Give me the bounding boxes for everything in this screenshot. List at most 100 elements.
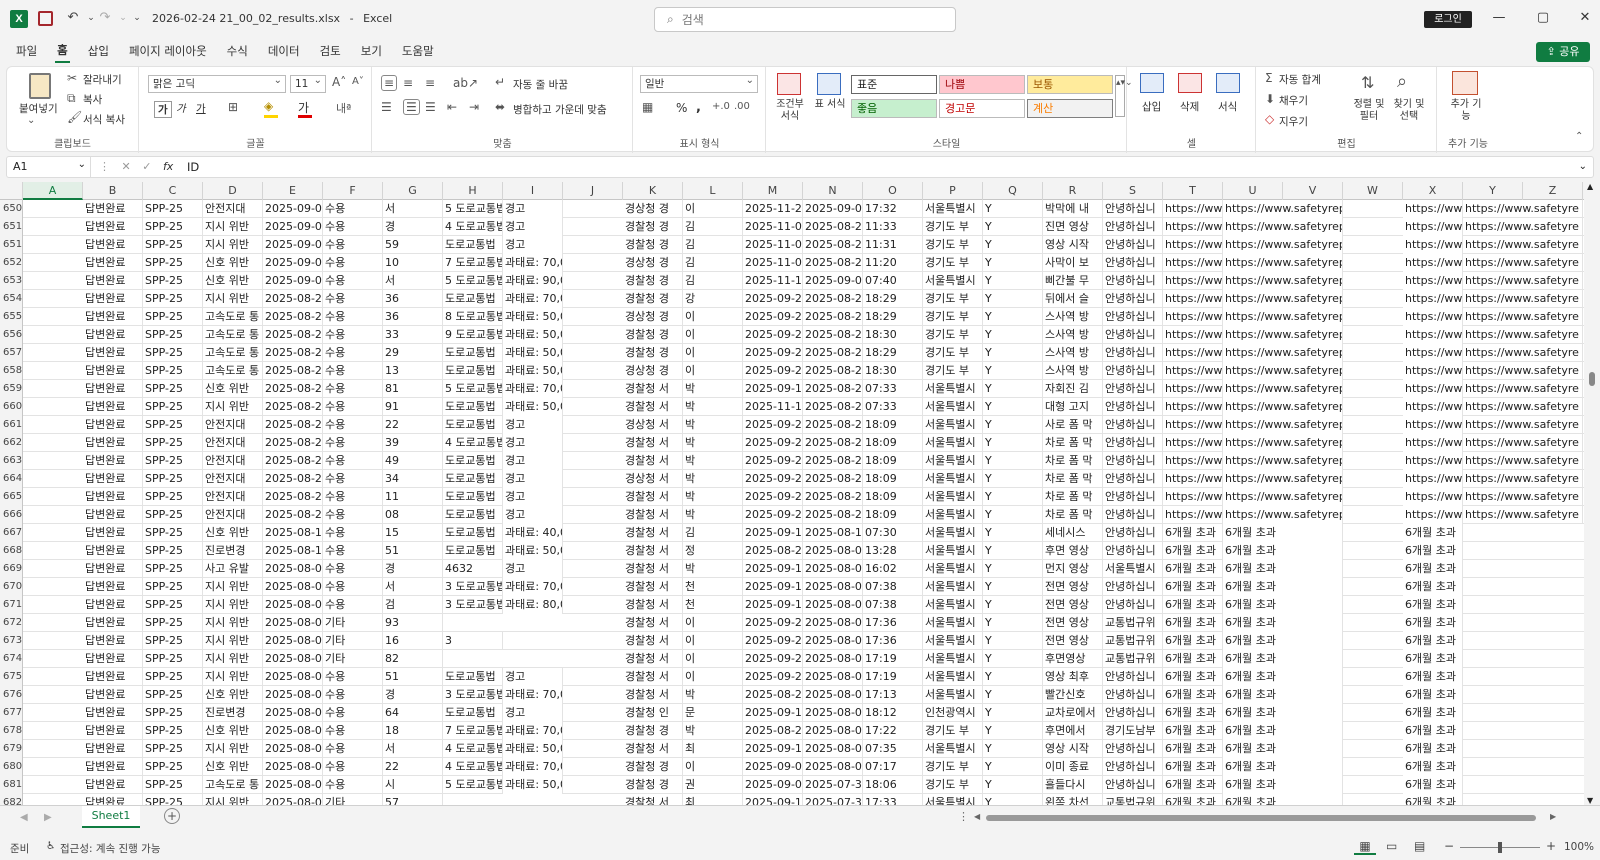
column-header-x[interactable]: X (1403, 182, 1463, 200)
cell-b[interactable]: 답변완료 (83, 290, 143, 308)
cell-m[interactable]: 2025-09-2 (743, 308, 803, 326)
cell-x[interactable]: https://ww (1403, 488, 1463, 506)
cell-i[interactable]: 경고 (503, 416, 563, 434)
cell-e[interactable]: 2025-09-0 (263, 236, 323, 254)
cell-t[interactable]: 6개월 초과 (1163, 560, 1223, 578)
cell-f[interactable]: 수용 (323, 668, 383, 686)
cell-b[interactable]: 답변완료 (83, 200, 143, 218)
cancel-icon[interactable]: ✕ (122, 160, 131, 173)
cell-m[interactable]: 2025-11-0 (743, 218, 803, 236)
increase-decimal-icon[interactable]: +.0 (712, 101, 730, 112)
cell-r[interactable]: 후면영상 (1043, 650, 1103, 668)
cell-l[interactable]: 이 (683, 668, 743, 686)
cell-m[interactable]: 2025-11-0 (743, 254, 803, 272)
cell-y[interactable]: https://www.safetyre (1463, 326, 1583, 344)
cell-q[interactable]: Y (983, 380, 1043, 398)
cell-x[interactable]: https://ww (1403, 308, 1463, 326)
underline-button[interactable]: 가 (196, 101, 206, 116)
cell-l[interactable]: 박 (683, 506, 743, 524)
column-header-o[interactable]: O (863, 182, 923, 200)
row-header[interactable]: 651 (0, 218, 23, 236)
cell-y[interactable]: https://www.safetyre (1463, 380, 1583, 398)
cell-r[interactable]: 뒤에서 슬 (1043, 290, 1103, 308)
cell-p[interactable]: 서울특별시 (923, 272, 983, 290)
merge-center-button[interactable]: 병합하고 가운데 맞춤 (513, 102, 607, 117)
zoom-in-icon[interactable]: + (1546, 839, 1556, 853)
cell-d[interactable]: 고속도로 통 (203, 362, 263, 380)
cell-h[interactable]: 8 도로교통법 (443, 308, 503, 326)
cell-g[interactable]: 08 (383, 506, 443, 524)
cell-o[interactable]: 07:38 (863, 578, 923, 596)
copy-icon[interactable]: ⧉ (67, 91, 76, 106)
cell-r[interactable]: 삐간불 무 (1043, 272, 1103, 290)
cell-s[interactable]: 안녕하십니 (1103, 236, 1163, 254)
cell-u[interactable]: 6개월 초과 (1223, 668, 1343, 686)
cell-f[interactable]: 수용 (323, 236, 383, 254)
accounting-format-icon[interactable]: ▦ (642, 100, 653, 114)
cell-o[interactable]: 11:20 (863, 254, 923, 272)
find-select-icon[interactable]: ⌕ (1397, 71, 1407, 92)
cell-g[interactable]: 36 (383, 290, 443, 308)
cell-x[interactable]: 6개월 초과 (1403, 632, 1463, 650)
cell-x[interactable]: 6개월 초과 (1403, 668, 1463, 686)
cell-u[interactable]: https://www.safetyreport.go.kr/f (1223, 326, 1343, 344)
cell-t[interactable]: 6개월 초과 (1163, 596, 1223, 614)
tab-data[interactable]: 데이터 (266, 40, 302, 62)
cell-i[interactable]: 과태료: 50,000원 (503, 308, 563, 326)
cell-n[interactable]: 2025-08-0 (803, 758, 863, 776)
cell-b[interactable]: 답변완료 (83, 344, 143, 362)
cell-o[interactable]: 18:09 (863, 452, 923, 470)
cell-e[interactable]: 2025-08-2 (263, 398, 323, 416)
cell-l[interactable]: 김 (683, 218, 743, 236)
cell-t[interactable]: 6개월 초과 (1163, 542, 1223, 560)
cell-d[interactable]: 지시 위반 (203, 632, 263, 650)
cell-r[interactable]: 스사역 방 (1043, 308, 1103, 326)
cell-p[interactable]: 경기도 부 (923, 722, 983, 740)
cell-x[interactable]: 6개월 초과 (1403, 704, 1463, 722)
cell-x[interactable]: https://ww (1403, 236, 1463, 254)
cell-u[interactable]: https://www.safetyreport.go.kr/f (1223, 416, 1343, 434)
cell-q[interactable]: Y (983, 416, 1043, 434)
cell-b[interactable]: 답변완료 (83, 254, 143, 272)
cell-f[interactable]: 수용 (323, 362, 383, 380)
cell-l[interactable]: 정 (683, 542, 743, 560)
cell-d[interactable]: 신호 위반 (203, 272, 263, 290)
cell-h[interactable]: 도로교통법 (443, 524, 503, 542)
cell-s[interactable]: 안녕하십니 (1103, 470, 1163, 488)
cell-i[interactable]: 과태료: 80,000원 (503, 596, 563, 614)
cell-n[interactable]: 2025-08-2 (803, 308, 863, 326)
cell-g[interactable]: 경 (383, 218, 443, 236)
cell-u[interactable]: 6개월 초과 (1223, 524, 1343, 542)
cell-f[interactable]: 수용 (323, 254, 383, 272)
cell-u[interactable]: https://www.safetyreport.go.kr/f (1223, 506, 1343, 524)
cell-d[interactable]: 지시 위반 (203, 794, 263, 805)
cut-icon[interactable]: ✂ (67, 71, 77, 85)
cell-q[interactable]: Y (983, 506, 1043, 524)
cell-p[interactable]: 경기도 부 (923, 758, 983, 776)
scroll-left-icon[interactable]: ◀ (974, 812, 980, 821)
cell-t[interactable]: https://ww (1163, 272, 1223, 290)
cell-h[interactable]: 4 도로교통법 (443, 740, 503, 758)
cell-r[interactable]: 진면 영상 (1043, 218, 1103, 236)
cell-u[interactable]: https://www.safetyreport.go.kr/f (1223, 218, 1343, 236)
cell-f[interactable]: 수용 (323, 218, 383, 236)
cell-x[interactable]: 6개월 초과 (1403, 542, 1463, 560)
cell-k[interactable]: 경찰청 경 (623, 776, 683, 794)
cell-o[interactable]: 17:36 (863, 632, 923, 650)
cell-r[interactable]: 차로 폼 막 (1043, 488, 1103, 506)
column-header-h[interactable]: H (443, 182, 503, 200)
cell-y[interactable]: https://www.safetyre (1463, 470, 1583, 488)
cell-m[interactable]: 2025-09-2 (743, 506, 803, 524)
cell-e[interactable]: 2025-08-1 (263, 542, 323, 560)
row-header[interactable]: 654 (0, 290, 23, 308)
cell-b[interactable]: 답변완료 (83, 524, 143, 542)
cell-o[interactable]: 17:22 (863, 722, 923, 740)
cell-p[interactable]: 서울특별시 (923, 434, 983, 452)
cell-d[interactable]: 지시 위반 (203, 650, 263, 668)
cell-l[interactable]: 김 (683, 272, 743, 290)
decrease-font-icon[interactable]: A˅ (352, 76, 364, 87)
cell-u[interactable]: https://www.safetyreport.go.kr/f (1223, 200, 1343, 218)
cell-g[interactable]: 82 (383, 650, 443, 668)
accessibility-status[interactable]: 접근성: 계속 진행 가능 (60, 841, 161, 856)
cell-b[interactable]: 답변완료 (83, 560, 143, 578)
